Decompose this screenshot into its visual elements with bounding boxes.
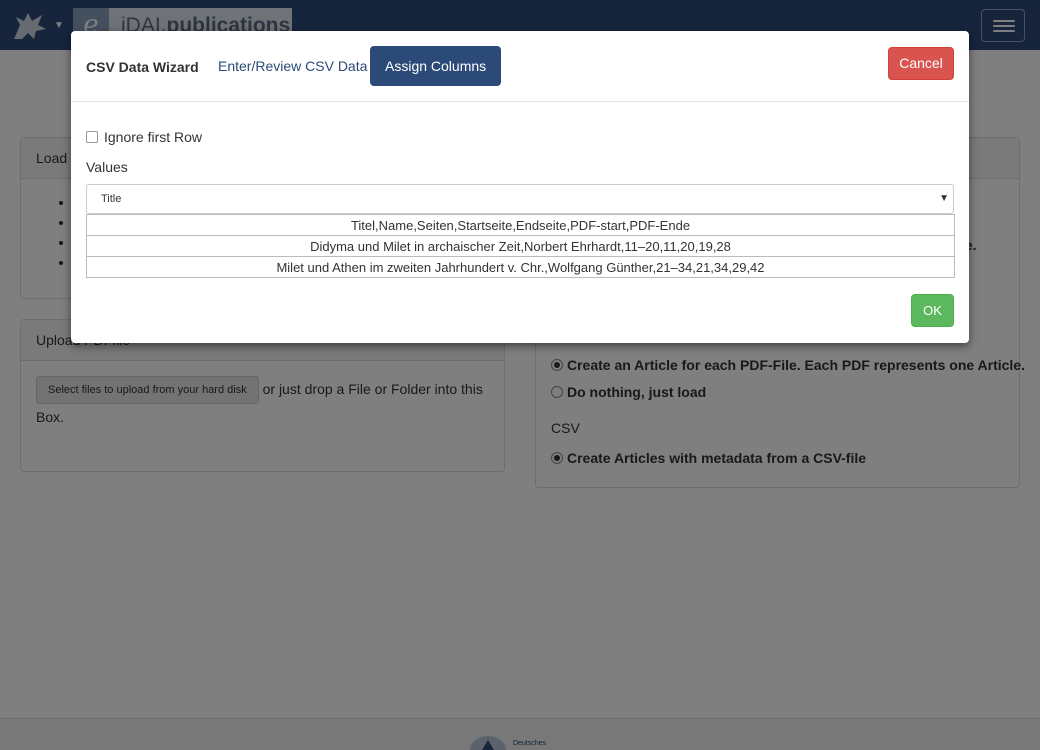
table-cell: Titel,Name,Seiten,Startseite,Endseite,PD…: [86, 214, 955, 236]
dialog-title: CSV Data Wizard: [86, 59, 199, 75]
tab-enter-review[interactable]: Enter/Review CSV Data: [203, 46, 382, 86]
table-row: Milet und Athen im zweiten Jahrhundert v…: [86, 256, 955, 278]
table-cell: Milet und Athen im zweiten Jahrhundert v…: [86, 256, 955, 278]
table-cell: Didyma und Milet in archaischer Zeit,Nor…: [86, 235, 955, 257]
ignore-first-row-checkbox[interactable]: [86, 131, 98, 143]
ok-button[interactable]: OK: [911, 294, 954, 327]
tab-assign-columns[interactable]: Assign Columns: [370, 46, 502, 86]
dialog-header: CSV Data Wizard Enter/Review CSV Data As…: [71, 31, 969, 102]
csv-wizard-dialog: CSV Data Wizard Enter/Review CSV Data As…: [71, 31, 969, 343]
table-row: Titel,Name,Seiten,Startseite,Endseite,PD…: [86, 214, 955, 236]
dropdown-arrow-icon: ▼: [939, 193, 949, 204]
column-select[interactable]: Title ▼: [86, 184, 954, 214]
ignore-first-row-option[interactable]: Ignore first Row: [86, 129, 202, 145]
cancel-button[interactable]: Cancel: [888, 47, 954, 80]
values-label: Values: [86, 159, 128, 175]
ignore-first-row-label[interactable]: Ignore first Row: [104, 129, 202, 145]
column-select-value: Title: [101, 193, 122, 205]
table-row: Didyma und Milet in archaischer Zeit,Nor…: [86, 235, 955, 257]
csv-data-table: Titel,Name,Seiten,Startseite,Endseite,PD…: [86, 214, 955, 278]
